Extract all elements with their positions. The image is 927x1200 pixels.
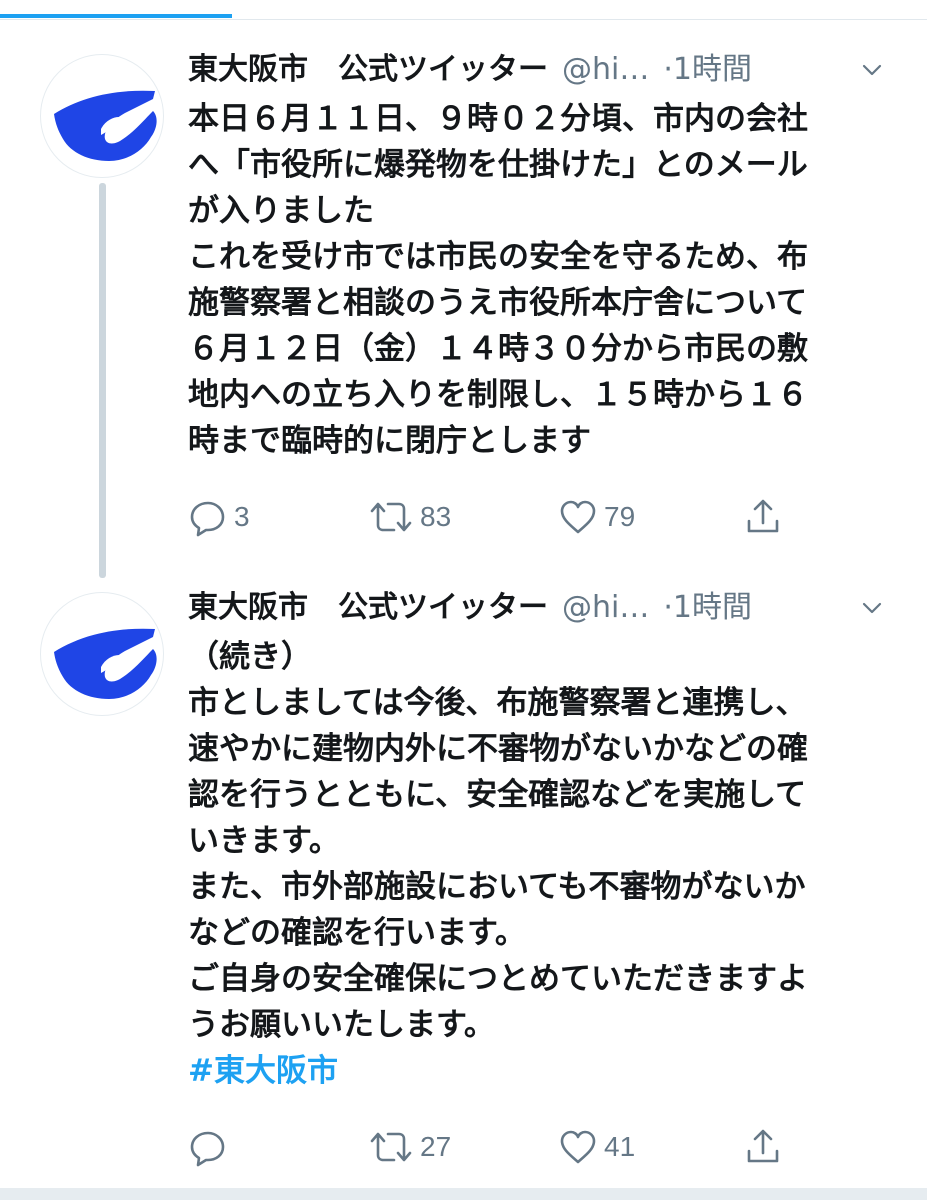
active-tab-bar bbox=[0, 14, 232, 18]
timeline-divider bbox=[0, 1188, 927, 1200]
reply-button[interactable]: 3 bbox=[188, 492, 250, 542]
heart-icon bbox=[560, 500, 596, 534]
separator-dot: · bbox=[663, 52, 673, 87]
tweet-header: 東大阪市 公式ツイッター @hi… ·1時間 bbox=[188, 578, 898, 638]
reply-icon bbox=[190, 501, 225, 537]
author-name[interactable]: 東大阪市 公式ツイッター bbox=[188, 52, 548, 87]
retweet-icon bbox=[370, 502, 412, 532]
separator-dot: · bbox=[663, 590, 673, 625]
author-name[interactable]: 東大阪市 公式ツイッター bbox=[188, 590, 548, 625]
share-icon bbox=[747, 1129, 779, 1163]
share-button[interactable] bbox=[743, 1122, 783, 1172]
like-count: 41 bbox=[604, 1131, 636, 1162]
tweet-text-line: （続き） bbox=[188, 639, 312, 675]
retweet-count: 83 bbox=[420, 501, 452, 532]
tweet-text-line: また、市外部施設においても不審物がないか bbox=[188, 869, 806, 905]
tweet-text-line: ご自身の安全確保につとめていただきますよ bbox=[188, 961, 808, 997]
timestamp[interactable]: 1時間 bbox=[673, 52, 752, 87]
tweet-text: 本日６月１１日、９時０２分頃、市内の会社 へ「市役所に爆発物を仕掛けた」とのメー… bbox=[188, 96, 888, 464]
tweet-text-line: 市としましては今後、布施警察署と連携し、 bbox=[188, 685, 807, 721]
chevron-down-icon[interactable] bbox=[860, 58, 884, 82]
tweet-text-line: が入りました bbox=[188, 193, 374, 229]
top-tab-indicator bbox=[0, 0, 927, 20]
avatar[interactable] bbox=[40, 54, 164, 178]
tweet-text-line: これを受け市では市民の安全を守るため、布 bbox=[188, 239, 808, 275]
author-handle[interactable]: @hi… bbox=[562, 590, 649, 625]
heart-icon bbox=[560, 1130, 596, 1164]
share-icon bbox=[747, 499, 779, 533]
like-count: 79 bbox=[604, 501, 636, 532]
like-button[interactable]: 41 bbox=[558, 1122, 635, 1172]
avatar[interactable] bbox=[40, 592, 164, 716]
tweet-text-line: などの確認を行います。 bbox=[188, 915, 526, 951]
tweet-text-line: 速やかに建物内外に不審物がないかなどの確 bbox=[188, 731, 808, 767]
retweet-button[interactable]: 83 bbox=[368, 492, 451, 542]
tweet-text-line: うお願いいたします。 bbox=[188, 1007, 495, 1043]
author-handle[interactable]: @hi… bbox=[562, 52, 649, 87]
tweet-text: （続き） 市としましては今後、布施警察署と連携し、 速やかに建物内外に不審物がな… bbox=[188, 634, 888, 1094]
tweet-text-line: 施警察署と相談のうえ市役所本庁舎について bbox=[188, 285, 808, 321]
thread-connector-line bbox=[99, 183, 106, 578]
like-button[interactable]: 79 bbox=[558, 492, 635, 542]
tweet-text-line: いきます。 bbox=[188, 823, 340, 859]
tweet-text-line: ６月１２日（金）１４時３０分から市民の敷 bbox=[188, 331, 808, 367]
retweet-button[interactable]: 27 bbox=[368, 1122, 451, 1172]
chevron-down-icon[interactable] bbox=[860, 596, 884, 620]
higashiosaka-logo-icon bbox=[54, 90, 157, 161]
reply-button[interactable] bbox=[188, 1122, 234, 1172]
retweet-icon bbox=[370, 1132, 412, 1162]
tweet-actions: 3 83 79 bbox=[188, 492, 888, 542]
share-button[interactable] bbox=[743, 492, 783, 542]
tweet-text-line: 認を行うとともに、安全確認などを実施して bbox=[188, 777, 807, 813]
reply-icon bbox=[190, 1131, 225, 1167]
timestamp[interactable]: 1時間 bbox=[673, 590, 752, 625]
tweet-text-line: 時まで臨時的に閉庁とします bbox=[188, 423, 591, 459]
tweet-text-line: へ「市役所に爆発物を仕掛けた」とのメール bbox=[188, 147, 808, 183]
tweet-actions: 27 41 bbox=[188, 1122, 888, 1172]
tweet-text-line: 地内への立ち入りを制限し、１５時から１６ bbox=[188, 377, 808, 413]
tweet-header: 東大阪市 公式ツイッター @hi… ·1時間 bbox=[188, 40, 898, 100]
reply-count: 3 bbox=[234, 501, 250, 532]
retweet-count: 27 bbox=[420, 1131, 452, 1162]
tweet-text-line: 本日６月１１日、９時０２分頃、市内の会社 bbox=[188, 101, 808, 137]
hashtag-link[interactable]: #東大阪市 bbox=[188, 1048, 888, 1094]
higashiosaka-logo-icon bbox=[54, 628, 157, 699]
